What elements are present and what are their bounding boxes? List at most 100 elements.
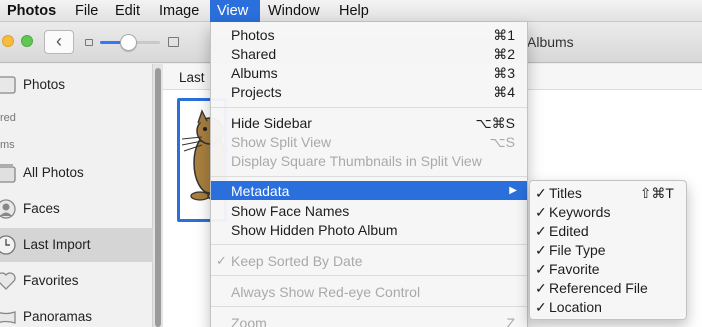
menu-separator	[211, 107, 527, 108]
submenu-item-label: File Type	[549, 242, 606, 258]
submenu-item-label: Favorite	[549, 261, 600, 277]
minimize-button[interactable]	[2, 35, 14, 47]
sidebar-item-label: Faces	[23, 201, 60, 216]
submenu-item-label: Edited	[549, 223, 589, 239]
sidebar-scrollbar-thumb[interactable]	[155, 68, 161, 327]
menu-separator	[211, 275, 527, 276]
large-thumbnail-icon	[168, 37, 179, 47]
menu-item-label: Metadata	[231, 183, 290, 199]
menu-item-shortcut: ⌘1	[493, 27, 515, 43]
menu-item-hide-sidebar[interactable]: Hide Sidebar ⌥⌘S	[211, 113, 527, 132]
menu-item-photos[interactable]: Photos ⌘1	[211, 25, 527, 44]
menu-item-label: Show Hidden Photo Album	[231, 222, 398, 238]
menu-item-label: Display Square Thumbnails in Split View	[231, 153, 482, 169]
sidebar-item-last-import[interactable]: Last Import	[0, 228, 153, 262]
submenu-arrow-icon: ▶	[509, 185, 517, 196]
sidebar-item-label: Panoramas	[23, 309, 93, 324]
menu-view[interactable]: View	[210, 0, 260, 22]
menu-item-red-eye-control: Always Show Red-eye Control	[211, 282, 527, 301]
checkmark-icon: ✓	[535, 280, 547, 296]
checkmark-icon: ✓	[535, 204, 547, 220]
menu-item-zoom: Zoom Z	[211, 313, 527, 327]
menu-item-keep-sorted: ✓ Keep Sorted By Date	[211, 251, 527, 270]
submenu-item-edited[interactable]: ✓ Edited	[530, 221, 686, 240]
menu-item-label: Show Face Names	[231, 203, 350, 219]
sidebar-item-label: Favorites	[23, 273, 79, 288]
menu-item-label: Keep Sorted By Date	[231, 253, 363, 269]
menu-item-square-thumbnails: Display Square Thumbnails in Split View	[211, 151, 527, 170]
sidebar: Photos red ms All Photos Faces Last Impo…	[0, 64, 153, 327]
menu-item-projects[interactable]: Projects ⌘4	[211, 82, 527, 101]
menu-item-label: Show Split View	[231, 134, 332, 150]
menu-item-show-hidden-album[interactable]: Show Hidden Photo Album	[211, 220, 527, 239]
sidebar-item-label: Last Import	[23, 237, 91, 252]
menu-item-label: Hide Sidebar	[231, 115, 312, 131]
sidebar-item-faces[interactable]: Faces	[0, 192, 153, 226]
menu-window[interactable]: Window	[261, 0, 327, 22]
checkmark-icon: ✓	[535, 185, 547, 201]
checkmark-icon: ✓	[535, 261, 547, 277]
submenu-item-label: Referenced File	[549, 280, 648, 296]
menu-item-albums[interactable]: Albums ⌘3	[211, 63, 527, 82]
zoom-slider-knob[interactable]	[120, 34, 137, 51]
menu-item-label: Zoom	[231, 315, 267, 327]
menu-separator	[211, 244, 527, 245]
menu-item-show-face-names[interactable]: Show Face Names	[211, 201, 527, 220]
submenu-item-file-type[interactable]: ✓ File Type	[530, 240, 686, 259]
menu-image[interactable]: Image	[152, 0, 206, 22]
sidebar-section-shared: red	[0, 112, 16, 124]
moment-title: Last	[179, 70, 205, 85]
sidebar-item-all-photos[interactable]: All Photos	[0, 156, 153, 190]
sidebar-section-albums: ms	[0, 139, 15, 151]
checkmark-icon: ✓	[535, 242, 547, 258]
submenu-item-shortcut: ⇧⌘T	[639, 185, 674, 201]
submenu-item-label: Titles	[549, 185, 582, 201]
metadata-submenu: ✓ Titles ⇧⌘T ✓ Keywords ✓ Edited ✓ File …	[529, 180, 687, 320]
menu-item-label: Always Show Red-eye Control	[231, 284, 421, 300]
small-thumbnail-icon	[85, 39, 93, 46]
menu-help[interactable]: Help	[332, 0, 376, 22]
menu-separator	[211, 306, 527, 307]
panorama-icon	[0, 311, 16, 324]
submenu-item-favorite[interactable]: ✓ Favorite	[530, 259, 686, 278]
submenu-item-label: Location	[549, 299, 602, 315]
menu-item-label: Albums	[231, 65, 278, 81]
menu-edit[interactable]: Edit	[108, 0, 147, 22]
menu-file[interactable]: File	[68, 0, 105, 22]
photos-icon	[0, 76, 16, 94]
menu-item-label: Projects	[231, 84, 282, 100]
submenu-item-keywords[interactable]: ✓ Keywords	[530, 202, 686, 221]
checkmark-icon: ✓	[535, 299, 547, 315]
menu-bar: Photos File Edit Image View Window Help	[0, 0, 702, 22]
submenu-item-label: Keywords	[549, 204, 611, 220]
checkmark-icon: ✓	[535, 223, 547, 239]
menu-item-metadata[interactable]: Metadata ▶	[211, 181, 527, 200]
submenu-item-referenced-file[interactable]: ✓ Referenced File	[530, 278, 686, 297]
submenu-item-titles[interactable]: ✓ Titles ⇧⌘T	[530, 183, 686, 202]
submenu-item-location[interactable]: ✓ Location	[530, 297, 686, 316]
menu-item-label: Photos	[231, 27, 275, 43]
menu-item-shortcut: ⌘4	[493, 84, 515, 100]
menu-item-show-split-view: Show Split View ⌥S	[211, 132, 527, 151]
sidebar-item-label: Photos	[23, 77, 66, 92]
sidebar-item-favorites[interactable]: Favorites	[0, 264, 153, 298]
heart-icon	[0, 272, 16, 290]
zoom-button[interactable]	[21, 35, 33, 47]
sidebar-item-label: All Photos	[23, 165, 84, 180]
faces-icon	[0, 199, 16, 219]
clock-icon	[0, 235, 16, 255]
view-menu-dropdown: Photos ⌘1 Shared ⌘2 Albums ⌘3 Projects ⌘…	[210, 22, 528, 327]
back-button[interactable]: ‹	[44, 30, 74, 54]
sidebar-item-panoramas[interactable]: Panoramas	[0, 300, 153, 327]
sidebar-scrollbar[interactable]	[153, 64, 163, 327]
menu-item-shortcut: ⌥S	[489, 134, 515, 150]
sidebar-item-photos[interactable]: Photos	[0, 68, 153, 102]
window-title: Albums	[527, 34, 574, 50]
menu-item-shortcut: ⌘3	[493, 65, 515, 81]
menu-item-shared[interactable]: Shared ⌘2	[211, 44, 527, 63]
menu-photos[interactable]: Photos	[0, 0, 63, 22]
menu-item-shortcut: ⌘2	[493, 46, 515, 62]
menu-item-shortcut: Z	[506, 315, 515, 327]
menu-item-shortcut: ⌥⌘S	[475, 115, 515, 131]
menu-item-label: Shared	[231, 46, 277, 62]
